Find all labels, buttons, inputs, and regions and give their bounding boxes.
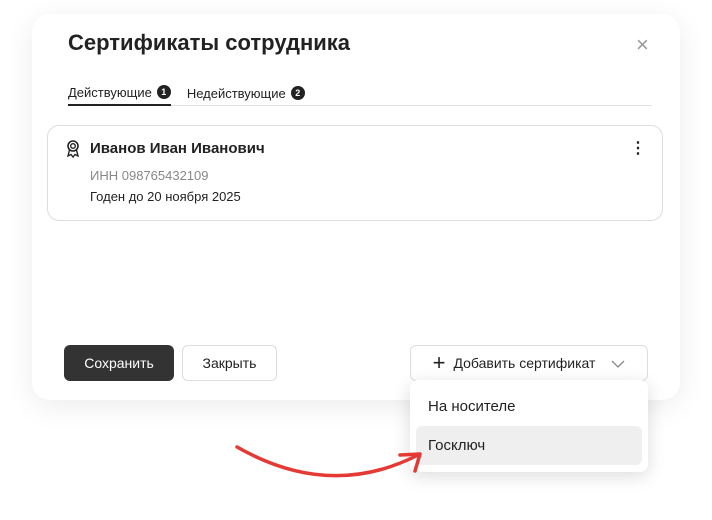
pointer-arrow-icon — [235, 445, 422, 478]
